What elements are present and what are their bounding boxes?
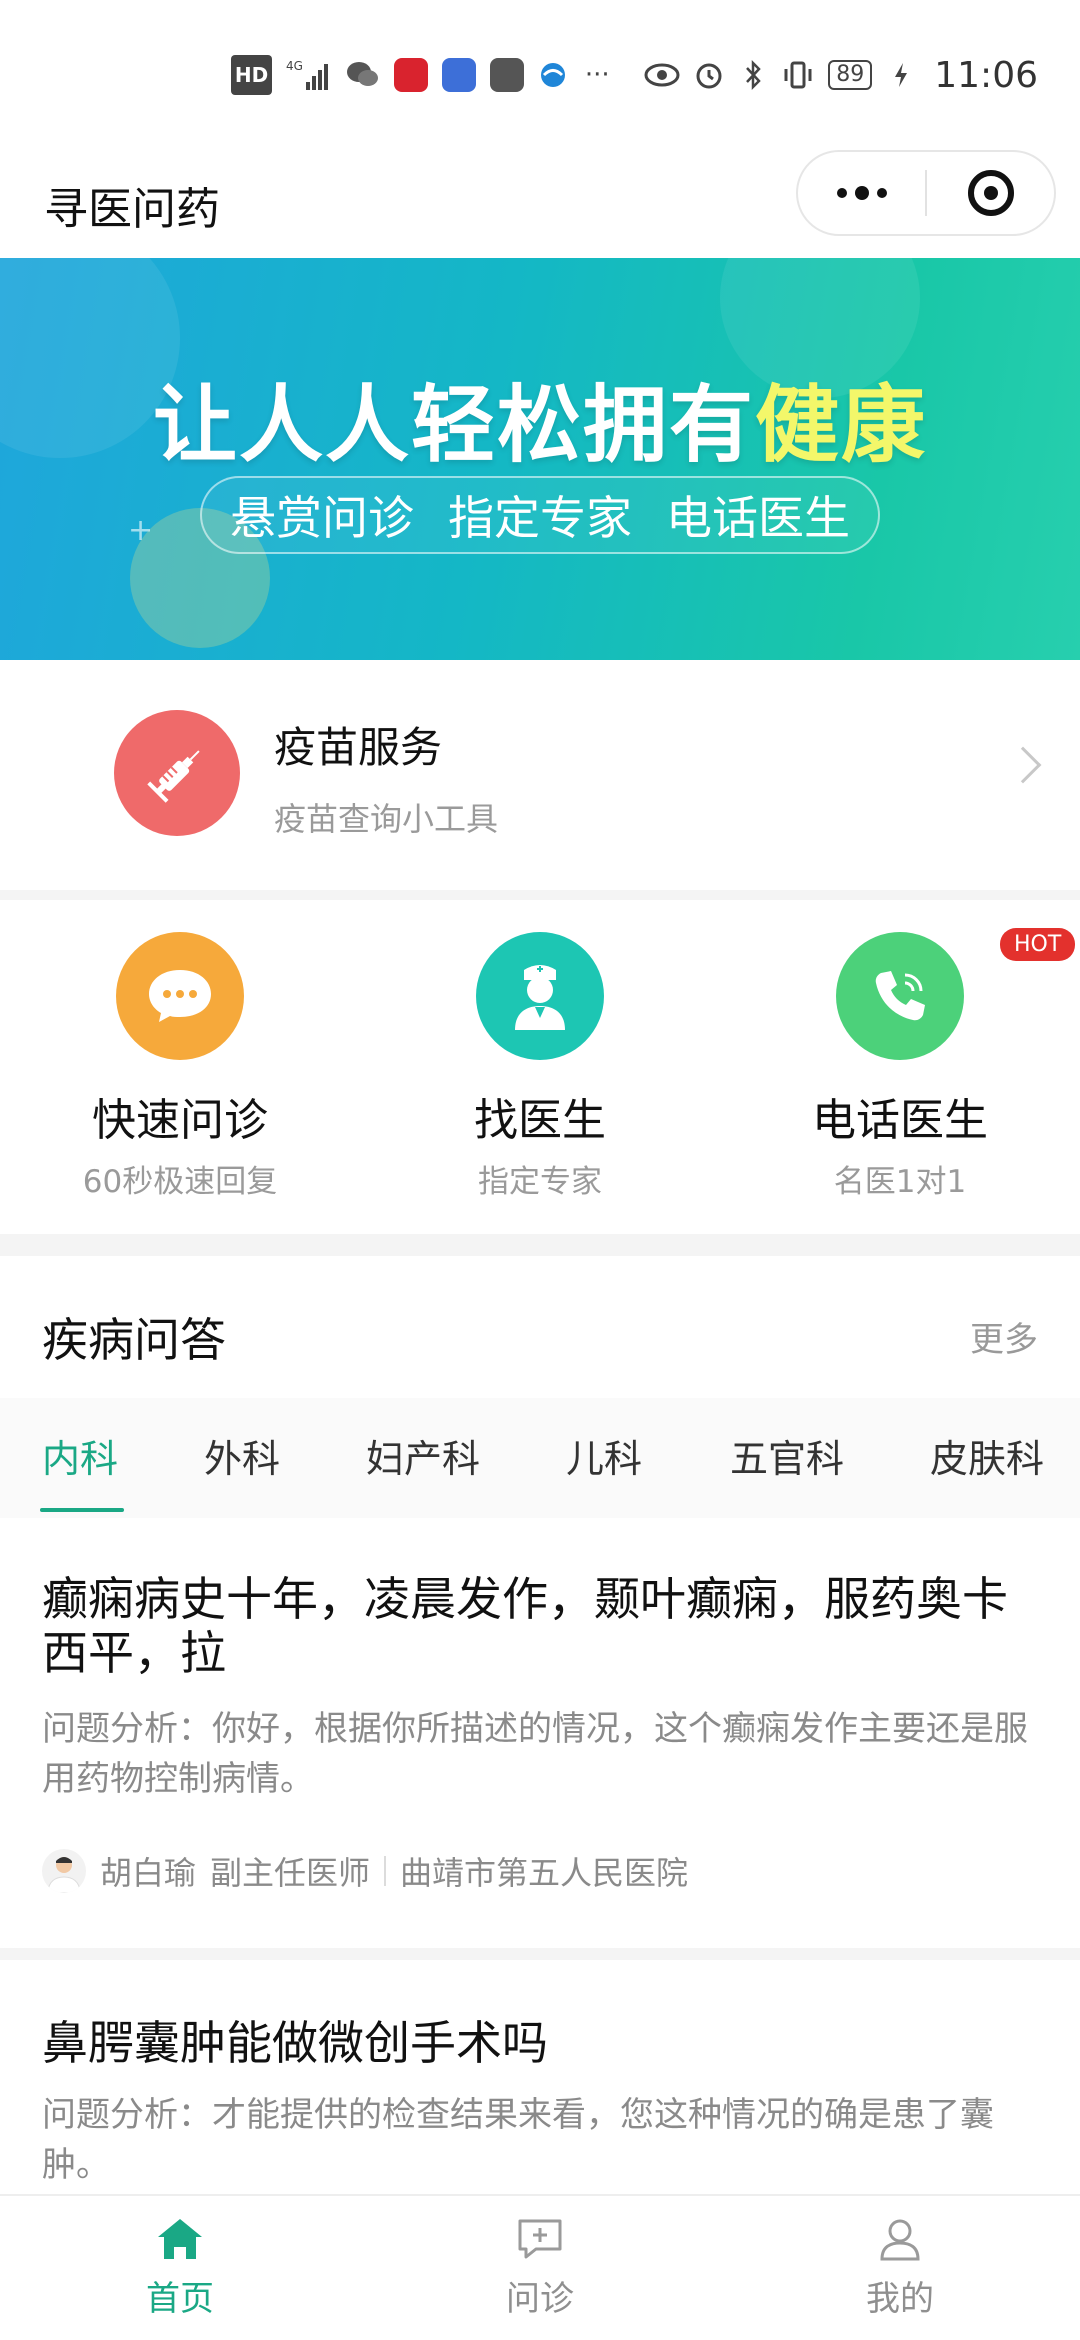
app-notification-icon bbox=[394, 58, 429, 92]
more-dots-icon bbox=[836, 186, 887, 200]
tab-internal-medicine[interactable]: 内科 bbox=[42, 1428, 118, 1483]
phone-doctor-button[interactable]: HOT 电话医生 名医1对1 bbox=[720, 900, 1080, 1230]
app-root: HD 4G ··· 89 11:06 寻医问药 + 让人人轻松拥有健康 悬赏问诊… bbox=[0, 0, 1080, 2340]
banner-pill-item: 电话医生 bbox=[666, 491, 850, 545]
qa-section-header: 疾病问答 更多 bbox=[0, 1268, 1080, 1398]
more-notifications-icon: ··· bbox=[584, 60, 610, 90]
mini-program-capsule bbox=[796, 150, 1056, 236]
banner-headline: 让人人轻松拥有健康 bbox=[0, 358, 1080, 479]
battery-indicator: 89 bbox=[828, 60, 873, 90]
info-divider bbox=[384, 1856, 387, 1886]
tab-surgery[interactable]: 外科 bbox=[204, 1428, 280, 1483]
wechat-icon bbox=[346, 55, 380, 95]
tab-pediatrics[interactable]: 儿科 bbox=[566, 1428, 642, 1483]
tab-obstetrics-gynecology[interactable]: 妇产科 bbox=[366, 1428, 480, 1483]
nav-home[interactable]: 首页 bbox=[0, 2196, 360, 2340]
service-label: 电话医生 bbox=[812, 1095, 988, 1146]
banner-headline-text: 让人人轻松拥有 bbox=[152, 376, 755, 474]
banner-headline-highlight: 健康 bbox=[755, 376, 928, 474]
department-tabs: 内科 外科 妇产科 儿科 五官科 皮肤科 bbox=[0, 1398, 1080, 1518]
doctor-avatar bbox=[42, 1849, 86, 1893]
service-subtitle: 指定专家 bbox=[478, 1164, 602, 1200]
chat-bubble-icon bbox=[116, 932, 244, 1060]
vaccine-subtitle: 疫苗查询小工具 bbox=[274, 800, 499, 838]
banner-feature-pill: 悬赏问诊 指定专家 电话医生 bbox=[200, 476, 880, 554]
service-subtitle: 60秒极速回复 bbox=[82, 1164, 278, 1200]
astronaut-app-icon bbox=[442, 58, 477, 92]
page-title: 寻医问药 bbox=[44, 184, 220, 235]
qa-article[interactable]: 癫痫病史十年，凌晨发作，颞叶癫痫，服药奥卡西平，拉 问题分析：你好，根据你所描述… bbox=[0, 1518, 1080, 1948]
service-label: 找医生 bbox=[474, 1095, 606, 1146]
promo-banner[interactable]: + 让人人轻松拥有健康 悬赏问诊 指定专家 电话医生 bbox=[0, 258, 1080, 660]
network-type: 4G bbox=[286, 59, 303, 73]
nav-label: 我的 bbox=[866, 2278, 934, 2319]
active-tab-indicator bbox=[40, 1508, 124, 1512]
doctor-icon bbox=[476, 932, 604, 1060]
doctor-title: 副主任医师 bbox=[210, 1854, 371, 1892]
qa-article[interactable]: 鼻腭囊肿能做微创手术吗 问题分析：才能提供的检查结果来看，您这种情况的确是患了囊… bbox=[0, 1960, 1080, 2194]
signal-icon: 4G bbox=[286, 55, 332, 95]
tab-dermatology[interactable]: 皮肤科 bbox=[930, 1428, 1044, 1483]
vaccine-title: 疫苗服务 bbox=[274, 723, 443, 772]
alarm-icon bbox=[694, 55, 724, 95]
find-doctor-button[interactable]: 找医生 指定专家 bbox=[360, 900, 720, 1230]
nav-consult[interactable]: 问诊 bbox=[360, 2196, 720, 2340]
service-subtitle: 名医1对1 bbox=[833, 1164, 967, 1200]
status-bar: HD 4G ··· 89 11:06 bbox=[0, 0, 1080, 150]
consult-icon bbox=[518, 2219, 562, 2258]
profile-icon bbox=[880, 2219, 920, 2260]
tab-ent[interactable]: 五官科 bbox=[730, 1428, 844, 1483]
more-link[interactable]: 更多 bbox=[970, 1312, 1038, 1361]
article-summary: 问题分析：你好，根据你所描述的情况，这个癫痫发作主要还是服用药物控制病情。 bbox=[42, 1709, 1028, 1799]
more-menu-button[interactable] bbox=[798, 152, 925, 234]
phone-icon bbox=[836, 932, 964, 1060]
banner-pill-item: 悬赏问诊 bbox=[230, 491, 414, 545]
browser-icon bbox=[538, 55, 568, 95]
syringe-icon bbox=[114, 710, 240, 836]
section-divider bbox=[0, 890, 1080, 900]
nav-profile[interactable]: 我的 bbox=[720, 2196, 1080, 2340]
article-summary: 问题分析：才能提供的检查结果来看，您这种情况的确是患了囊肿。 bbox=[42, 2095, 994, 2185]
close-mini-program-button[interactable] bbox=[927, 152, 1054, 234]
doctor-info: 胡白瑜 副主任医师 曲靖市第五人民医院 bbox=[42, 1848, 688, 1894]
hospital-name: 曲靖市第五人民医院 bbox=[400, 1854, 689, 1892]
hot-badge: HOT bbox=[1000, 928, 1076, 961]
huawei-app-icon bbox=[490, 58, 525, 92]
vibrate-icon bbox=[782, 55, 814, 95]
charging-icon bbox=[886, 55, 916, 95]
banner-pill-item: 指定专家 bbox=[448, 491, 632, 545]
chevron-right-icon bbox=[1004, 746, 1042, 784]
nav-label: 首页 bbox=[146, 2278, 214, 2319]
home-icon bbox=[158, 2218, 202, 2259]
service-label: 快速问诊 bbox=[92, 1095, 268, 1146]
vaccine-service-card[interactable]: 疫苗服务 疫苗查询小工具 bbox=[0, 660, 1080, 890]
target-icon bbox=[967, 170, 1014, 216]
service-grid: 快速问诊 60秒极速回复 找医生 指定专家 HOT 电话医生 名医1对1 bbox=[0, 900, 1080, 1230]
article-divider bbox=[0, 1948, 1080, 1960]
article-title: 癫痫病史十年，凌晨发作，颞叶癫痫，服药奥卡西平，拉 bbox=[42, 1572, 1008, 1680]
nav-label: 问诊 bbox=[506, 2278, 574, 2319]
quick-consult-button[interactable]: 快速问诊 60秒极速回复 bbox=[0, 900, 360, 1230]
doctor-name: 胡白瑜 bbox=[100, 1854, 197, 1892]
bluetooth-icon bbox=[738, 55, 768, 95]
bottom-navigation: 首页 问诊 我的 bbox=[0, 2194, 1080, 2340]
section-divider bbox=[0, 1234, 1080, 1256]
clock: 11:06 bbox=[934, 54, 1038, 96]
eye-icon bbox=[644, 55, 680, 95]
hd-indicator: HD bbox=[230, 55, 273, 95]
article-title: 鼻腭囊肿能做微创手术吗 bbox=[42, 2016, 548, 2070]
sparkle-icon: + bbox=[128, 513, 154, 548]
section-title: 疾病问答 bbox=[42, 1313, 226, 1367]
